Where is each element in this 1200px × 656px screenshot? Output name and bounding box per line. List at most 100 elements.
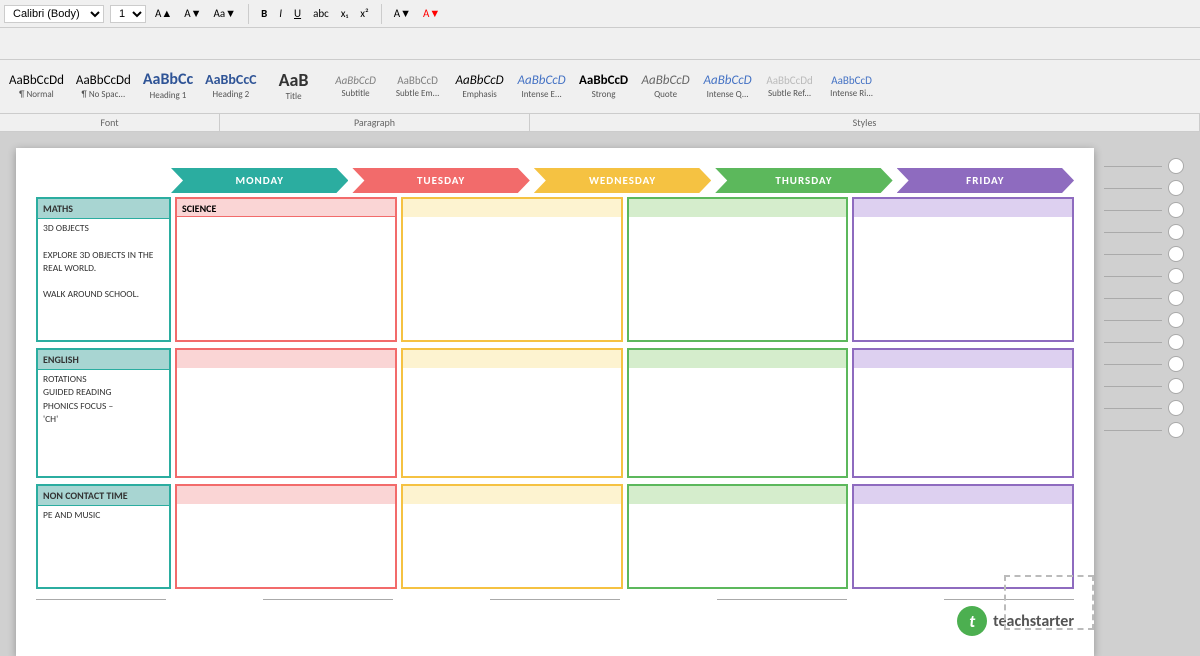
underline-button[interactable]: U bbox=[291, 6, 304, 21]
english-thursday-cell[interactable] bbox=[627, 348, 849, 478]
change-case-button[interactable]: Aa▼ bbox=[211, 6, 240, 21]
maths-subject-cell[interactable]: MATHS 3D OBJECTSEXPLORE 3D OBJECTS IN TH… bbox=[36, 197, 171, 342]
style-heading1[interactable]: AaBbCc Heading 1 bbox=[138, 62, 198, 112]
right-sidebar bbox=[1104, 148, 1184, 632]
nc-tue-header bbox=[177, 486, 395, 504]
style-emphasis-preview: AaBbCcD bbox=[456, 74, 504, 87]
style-h2-name: Heading 2 bbox=[212, 89, 249, 100]
checkbox-circle-6[interactable] bbox=[1168, 268, 1184, 284]
english-wednesday-body bbox=[403, 368, 621, 476]
style-subtleem[interactable]: AaBbCcD Subtle Em... bbox=[388, 62, 448, 112]
checkbox-circle-13[interactable] bbox=[1168, 422, 1184, 438]
english-subject-cell[interactable]: ENGLISH ROTATIONSGUIDED READINGPHONICS F… bbox=[36, 348, 171, 478]
style-intense-q[interactable]: AaBbCcD Intense Q... bbox=[698, 62, 758, 112]
style-heading2[interactable]: AaBbCcC Heading 2 bbox=[200, 62, 261, 112]
noncontact-body: PE AND MUSIC bbox=[38, 506, 169, 525]
logo-container: t teachstarter bbox=[36, 606, 1074, 636]
dashed-box bbox=[1004, 575, 1094, 630]
shrink-font-button[interactable]: A▼ bbox=[181, 6, 204, 21]
style-subtleref-name: Subtle Ref... bbox=[768, 88, 811, 99]
style-intenseem-preview: AaBbCcD bbox=[518, 74, 566, 87]
style-strong[interactable]: AaBbCcD Strong bbox=[574, 62, 634, 112]
checkbox-circle-1[interactable] bbox=[1168, 158, 1184, 174]
maths-body: 3D OBJECTSEXPLORE 3D OBJECTS IN THE REAL… bbox=[38, 219, 169, 305]
english-wed-header bbox=[403, 350, 621, 368]
checkbox-row-8 bbox=[1104, 312, 1184, 328]
checkbox-row-11 bbox=[1104, 378, 1184, 394]
maths-wed-header bbox=[403, 199, 621, 217]
style-subtitle[interactable]: AaBbCcD Subtitle bbox=[326, 62, 386, 112]
maths-wednesday-cell[interactable] bbox=[401, 197, 623, 342]
checkbox-circle-8[interactable] bbox=[1168, 312, 1184, 328]
checkbox-circle-4[interactable] bbox=[1168, 224, 1184, 240]
style-quote[interactable]: AaBbCcD Quote bbox=[636, 62, 696, 112]
maths-thursday-cell[interactable] bbox=[627, 197, 849, 342]
style-nospace[interactable]: AaBbCcDd ¶ No Spac... bbox=[71, 62, 136, 112]
style-intense-ref[interactable]: AaBbCcD Intense Ri... bbox=[822, 62, 882, 112]
checkbox-circle-11[interactable] bbox=[1168, 378, 1184, 394]
checkbox-circle-10[interactable] bbox=[1168, 356, 1184, 372]
subscript-button[interactable]: x₁ bbox=[338, 6, 351, 21]
checkbox-circle-9[interactable] bbox=[1168, 334, 1184, 350]
superscript-button[interactable]: x² bbox=[357, 6, 371, 21]
font-color-button[interactable]: A▼ bbox=[420, 6, 443, 21]
style-subtleref-preview: AaBbCcDd bbox=[766, 75, 812, 86]
wednesday-label: WEDNESDAY bbox=[589, 174, 656, 187]
style-intenseem-name: Intense E... bbox=[521, 89, 561, 100]
noncontact-wednesday-cell[interactable] bbox=[401, 484, 623, 589]
checkbox-row-2 bbox=[1104, 180, 1184, 196]
day-headers: MONDAY TUESDAY WEDNESDAY THURSDAY FRIDAY bbox=[171, 168, 1074, 193]
thursday-header: THURSDAY bbox=[715, 168, 892, 193]
style-title-preview: AaB bbox=[279, 71, 309, 89]
noncontact-thursday-cell[interactable] bbox=[627, 484, 849, 589]
nc-thu-header bbox=[629, 486, 847, 504]
checkbox-circle-3[interactable] bbox=[1168, 202, 1184, 218]
text-highlight-button[interactable]: A▼ bbox=[391, 6, 414, 21]
style-title[interactable]: AaB Title bbox=[264, 62, 324, 112]
maths-tuesday-cell[interactable]: SCIENCE bbox=[175, 197, 397, 342]
checkbox-row-1 bbox=[1104, 158, 1184, 174]
english-fri-header bbox=[854, 350, 1072, 368]
italic-button[interactable]: I bbox=[276, 6, 285, 21]
nc-fri-header bbox=[854, 486, 1072, 504]
style-emphasis-name: Emphasis bbox=[462, 89, 496, 100]
friday-label: FRIDAY bbox=[966, 174, 1004, 187]
font-selector[interactable]: Calibri (Body) bbox=[4, 5, 104, 23]
style-intenseq-name: Intense Q... bbox=[707, 89, 749, 100]
checkbox-circle-12[interactable] bbox=[1168, 400, 1184, 416]
font-size-selector[interactable]: 12 bbox=[110, 5, 146, 23]
checkbox-circle-5[interactable] bbox=[1168, 246, 1184, 262]
style-intense-em[interactable]: AaBbCcD Intense E... bbox=[512, 62, 572, 112]
checkbox-line-10 bbox=[1104, 364, 1162, 365]
strikethrough-button[interactable]: abc bbox=[310, 6, 332, 21]
maths-friday-cell[interactable] bbox=[852, 197, 1074, 342]
style-intenseref-preview: AaBbCcD bbox=[831, 75, 872, 86]
checkbox-line-11 bbox=[1104, 386, 1162, 387]
checkbox-circle-7[interactable] bbox=[1168, 290, 1184, 306]
checkbox-row-10 bbox=[1104, 356, 1184, 372]
noncontact-friday-cell[interactable] bbox=[852, 484, 1074, 589]
english-tuesday-cell[interactable] bbox=[175, 348, 397, 478]
english-body: ROTATIONSGUIDED READINGPHONICS FOCUS –'C… bbox=[38, 370, 169, 429]
english-wednesday-cell[interactable] bbox=[401, 348, 623, 478]
bottom-line-1 bbox=[36, 599, 166, 600]
english-friday-cell[interactable] bbox=[852, 348, 1074, 478]
checkbox-line-13 bbox=[1104, 430, 1162, 431]
checkbox-line-3 bbox=[1104, 210, 1162, 211]
checkbox-line-2 bbox=[1104, 188, 1162, 189]
science-header: SCIENCE bbox=[177, 199, 395, 217]
noncontact-tuesday-cell[interactable] bbox=[175, 484, 397, 589]
wednesday-header: WEDNESDAY bbox=[534, 168, 711, 193]
style-emphasis[interactable]: AaBbCcD Emphasis bbox=[450, 62, 510, 112]
style-subtitle-preview: AaBbCcD bbox=[335, 75, 376, 86]
bold-button[interactable]: B bbox=[258, 6, 270, 21]
planner: MONDAY TUESDAY WEDNESDAY THURSDAY FRIDAY bbox=[36, 168, 1074, 600]
style-subtle-ref[interactable]: AaBbCcDd Subtle Ref... bbox=[760, 62, 820, 112]
bottom-line-2 bbox=[263, 599, 393, 600]
noncontact-subject-cell[interactable]: NON CONTACT TIME PE AND MUSIC bbox=[36, 484, 171, 589]
main-content: MONDAY TUESDAY WEDNESDAY THURSDAY FRIDAY bbox=[0, 132, 1200, 648]
grow-font-button[interactable]: A▲ bbox=[152, 6, 175, 21]
style-normal[interactable]: AaBbCcDd ¶ Normal bbox=[4, 62, 69, 112]
divider1 bbox=[248, 4, 249, 24]
checkbox-circle-2[interactable] bbox=[1168, 180, 1184, 196]
